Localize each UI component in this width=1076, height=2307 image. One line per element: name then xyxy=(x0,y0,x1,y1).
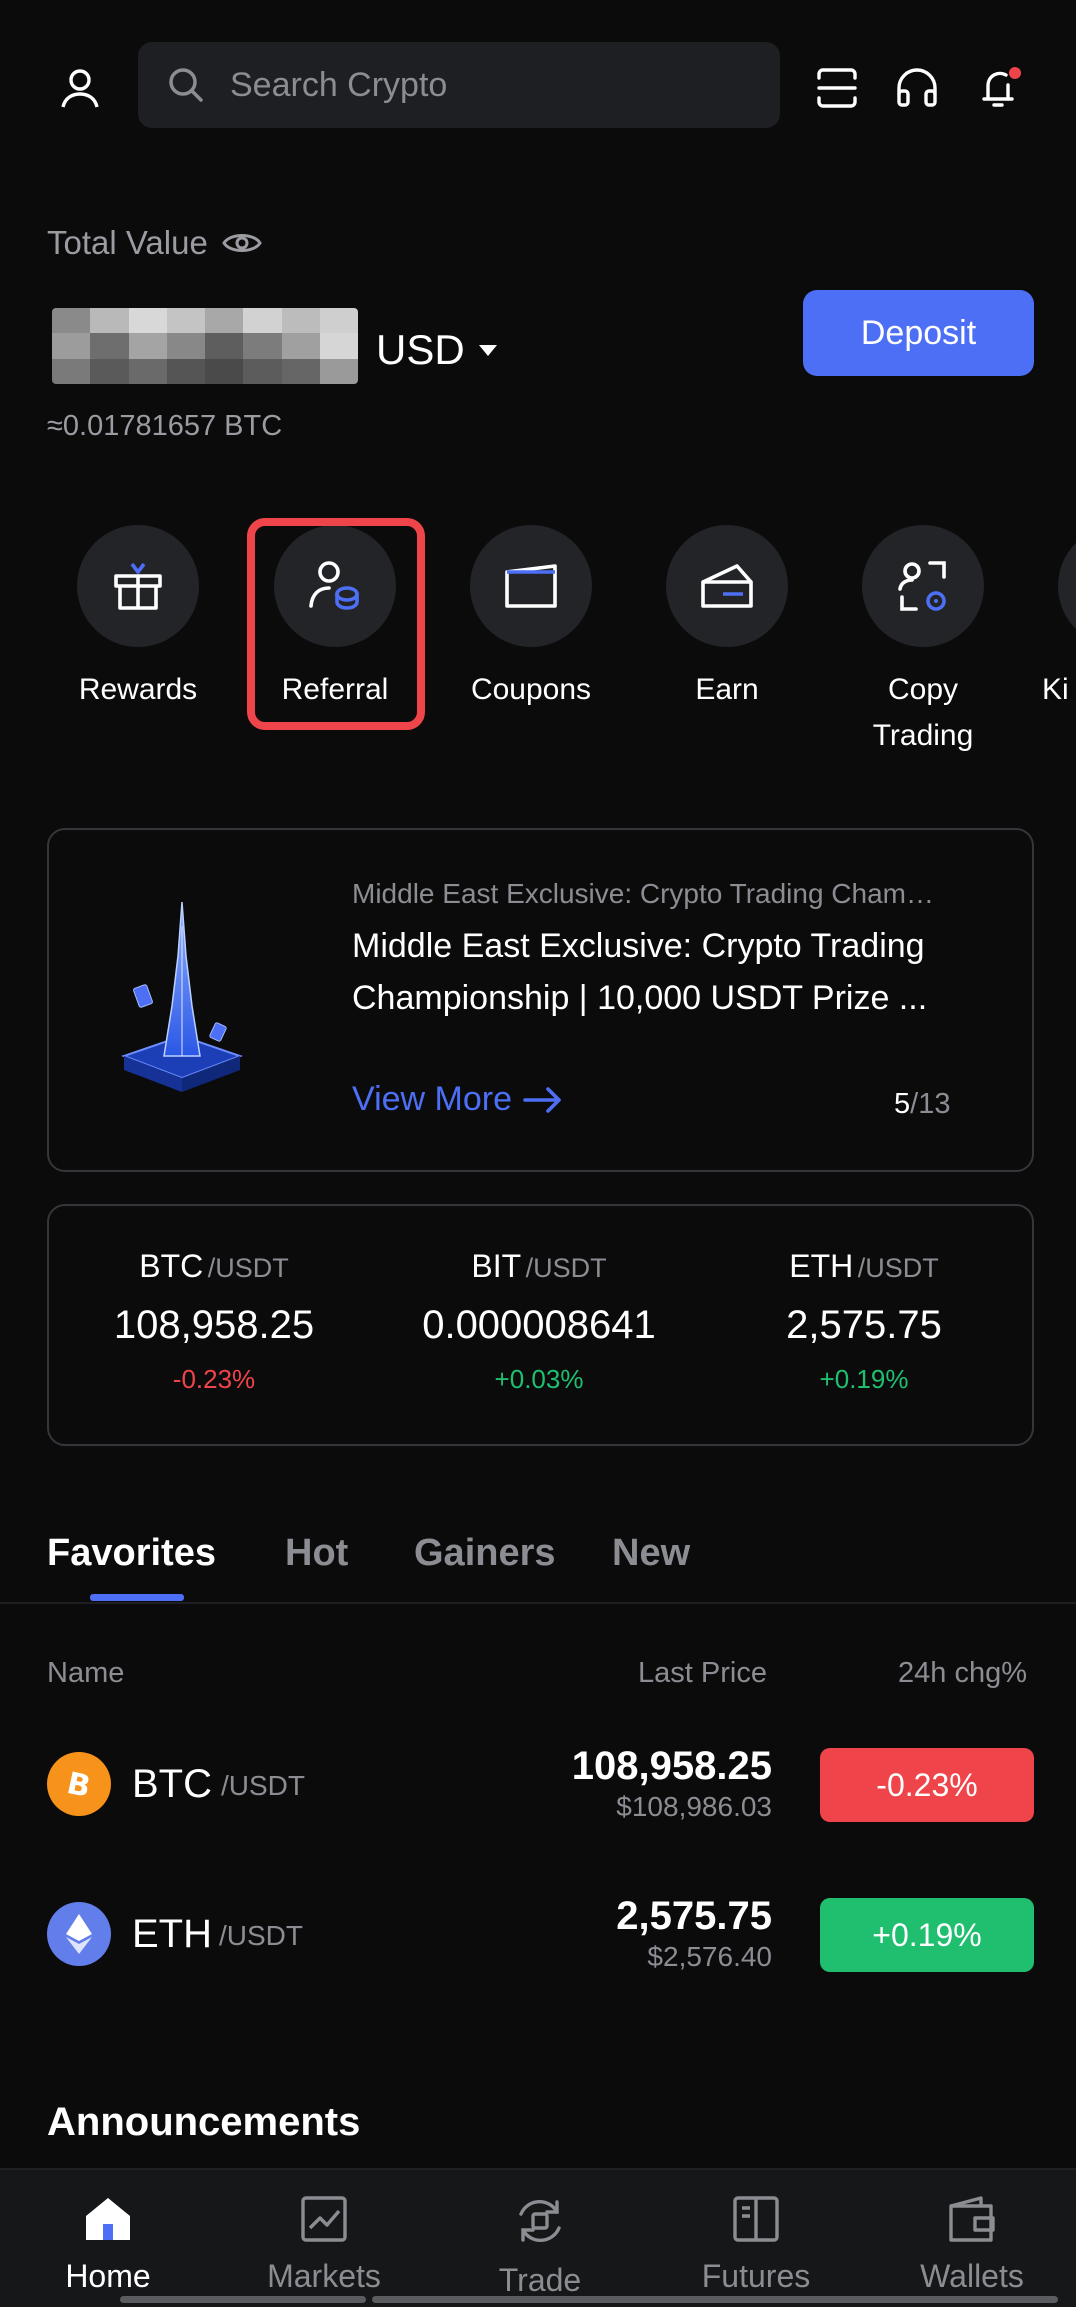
announcements-heading: Announcements xyxy=(47,2100,361,2144)
trade-icon xyxy=(519,2199,561,2243)
banner-page-indicator: 5/13 xyxy=(894,1088,951,1120)
quick-action-kid[interactable]: Ki xyxy=(1034,525,1076,713)
row-price-block: 2,575.75 $2,576.40 xyxy=(616,1894,772,1972)
scan-icon[interactable] xyxy=(812,58,862,118)
banner-subtitle: Middle East Exclusive: Crypto Trading Ch… xyxy=(352,878,934,909)
tab-new[interactable]: New xyxy=(612,1532,690,1575)
tab-gainers[interactable]: Gainers xyxy=(414,1532,556,1575)
row-price-block: 108,958.25 $108,986.03 xyxy=(571,1744,772,1822)
hidden-balance-pixelated xyxy=(52,308,358,384)
tower-illustration xyxy=(112,896,252,1096)
ticker-btc[interactable]: BTC /USDT 108,958.25 -0.23% xyxy=(64,1248,364,1395)
wallet-icon xyxy=(949,2196,995,2242)
active-tab-indicator xyxy=(90,1594,184,1601)
tab-favorites[interactable]: Favorites xyxy=(47,1532,216,1575)
support-headset-icon[interactable] xyxy=(890,58,944,118)
eye-icon[interactable] xyxy=(222,228,262,258)
column-header-change: 24h chg% xyxy=(898,1657,1027,1689)
gift-icon xyxy=(114,562,162,610)
currency-selector[interactable]: USD xyxy=(376,326,497,374)
home-icon xyxy=(86,2198,130,2240)
quick-action-earn[interactable]: Earn xyxy=(642,525,812,713)
total-value-label: Total Value xyxy=(47,224,262,262)
nav-home[interactable]: Home xyxy=(28,2194,188,2295)
caret-down-icon xyxy=(478,344,497,356)
view-more-link[interactable]: View More xyxy=(352,1080,564,1119)
row-quote: /USDT xyxy=(219,1920,303,1951)
row-symbol: ETH xyxy=(132,1912,212,1956)
tab-hot[interactable]: Hot xyxy=(285,1532,348,1575)
bitcoin-icon: B xyxy=(47,1752,111,1816)
row-quote: /USDT xyxy=(221,1770,305,1801)
coupon-icon xyxy=(505,564,557,608)
nav-markets[interactable]: Markets xyxy=(244,2194,404,2295)
copy-trading-icon xyxy=(898,561,946,611)
bottom-navigation: Home Markets Trade Futures Wallets xyxy=(0,2168,1076,2307)
markets-icon xyxy=(301,2196,347,2242)
search-icon xyxy=(169,68,203,102)
ticker-bit[interactable]: BIT /USDT 0.000008641 +0.03% xyxy=(389,1248,689,1395)
arrow-right-icon xyxy=(523,1086,561,1113)
nav-wallets[interactable]: Wallets xyxy=(892,2194,1052,2295)
nav-futures[interactable]: Futures xyxy=(676,2194,836,2295)
quick-action-copy-trading[interactable]: Copy Trading xyxy=(838,525,1008,759)
earn-icon xyxy=(701,564,753,608)
quick-action-coupons[interactable]: Coupons xyxy=(446,525,616,713)
futures-icon xyxy=(733,2196,779,2242)
change-badge[interactable]: +0.19% xyxy=(820,1898,1034,1972)
banner-title[interactable]: Middle East Exclusive: Crypto Trading Ch… xyxy=(352,920,988,1024)
deposit-button[interactable]: Deposit xyxy=(803,290,1034,376)
referral-highlight-box xyxy=(247,518,425,730)
profile-icon[interactable] xyxy=(50,58,110,118)
gesture-bar xyxy=(372,2296,1058,2303)
search-placeholder: Search Crypto xyxy=(230,65,448,104)
column-header-name: Name xyxy=(47,1657,125,1689)
change-badge[interactable]: -0.23% xyxy=(820,1748,1034,1822)
row-symbol: BTC xyxy=(132,1762,212,1806)
svg-text:B: B xyxy=(64,1766,94,1804)
notification-bell-icon[interactable] xyxy=(970,56,1030,118)
ethereum-icon xyxy=(47,1902,111,1966)
ticker-eth[interactable]: ETH /USDT 2,575.75 +0.19% xyxy=(714,1248,1014,1395)
tab-divider xyxy=(0,1602,1076,1604)
search-input[interactable]: Search Crypto xyxy=(138,42,780,128)
gesture-bar xyxy=(120,2296,366,2303)
column-header-last-price: Last Price xyxy=(638,1657,767,1689)
quick-action-rewards[interactable]: Rewards xyxy=(53,525,223,713)
btc-equivalent: ≈0.01781657 BTC xyxy=(47,410,283,442)
nav-trade[interactable]: Trade xyxy=(460,2194,620,2299)
